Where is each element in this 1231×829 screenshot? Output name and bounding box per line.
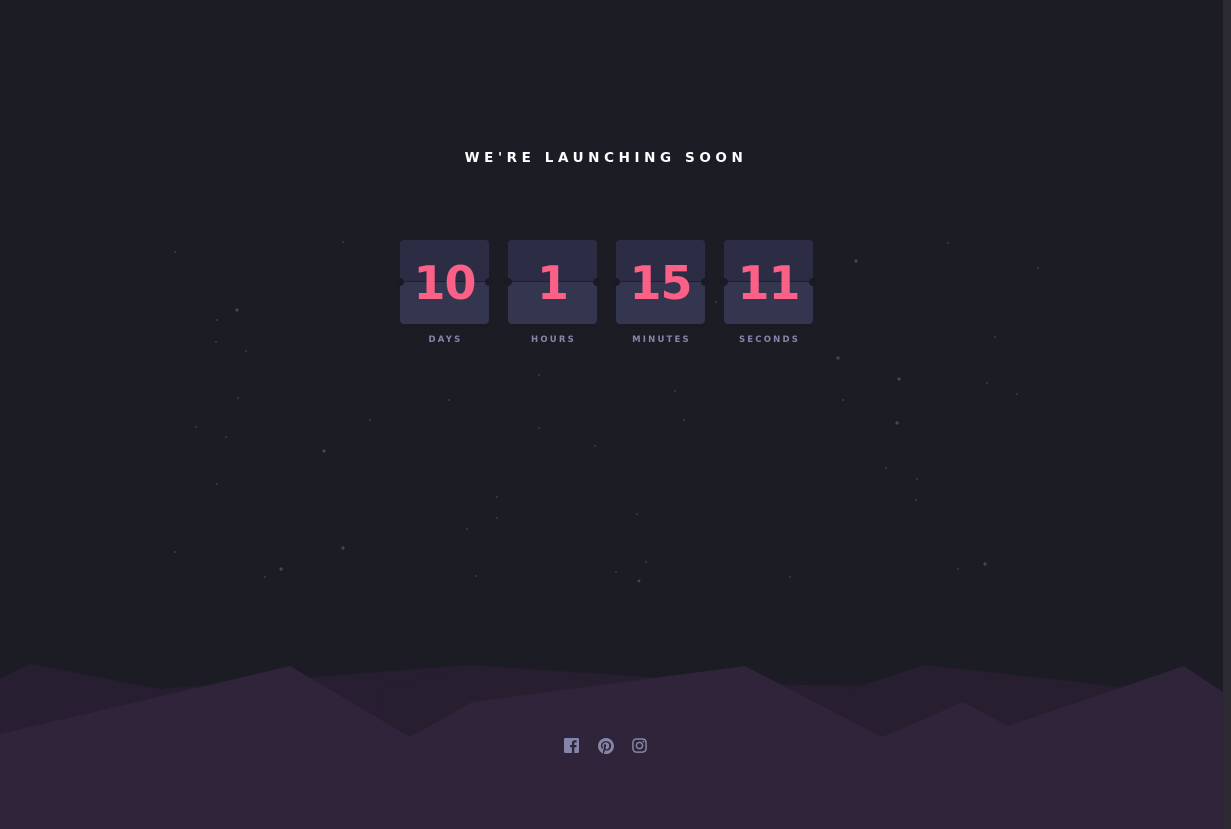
flip-card: 11	[720, 240, 817, 324]
countdown-days: 10 DAYS	[396, 240, 493, 345]
countdown-timer: 10 DAYS 1 HOURS 15 MINUTES 11 SECONDS	[396, 240, 817, 345]
countdown-minutes: 15 MINUTES	[612, 240, 709, 345]
card-notch	[593, 278, 601, 286]
instagram-icon	[632, 738, 647, 753]
pinterest-icon	[597, 737, 614, 754]
card-notch	[612, 278, 620, 286]
days-value: 10	[413, 256, 476, 310]
page-title: WE'RE LAUNCHING SOON	[464, 150, 748, 166]
instagram-link[interactable]	[631, 737, 648, 754]
social-links	[563, 737, 648, 754]
facebook-link[interactable]	[563, 737, 580, 754]
seconds-value: 11	[737, 256, 800, 310]
flip-card: 1	[504, 240, 601, 324]
facebook-icon	[564, 738, 579, 753]
flip-card: 10	[396, 240, 493, 324]
minutes-value: 15	[629, 256, 692, 310]
hours-label: HOURS	[531, 335, 576, 345]
hours-value: 1	[536, 256, 569, 310]
scrollbar-track[interactable]	[1223, 0, 1231, 829]
pinterest-link[interactable]	[597, 737, 614, 754]
minutes-label: MINUTES	[632, 335, 691, 345]
card-notch	[504, 278, 512, 286]
flip-card: 15	[612, 240, 709, 324]
days-label: DAYS	[428, 335, 463, 345]
card-notch	[809, 278, 817, 286]
countdown-hours: 1 HOURS	[504, 240, 601, 345]
card-notch	[485, 278, 493, 286]
page: WE'RE LAUNCHING SOON 10 DAYS 1 HOURS 15 …	[0, 0, 1231, 829]
seconds-label: SECONDS	[738, 335, 801, 345]
card-notch	[720, 278, 728, 286]
card-notch	[396, 278, 404, 286]
countdown-seconds: 11 SECONDS	[720, 240, 817, 345]
card-notch	[701, 278, 709, 286]
